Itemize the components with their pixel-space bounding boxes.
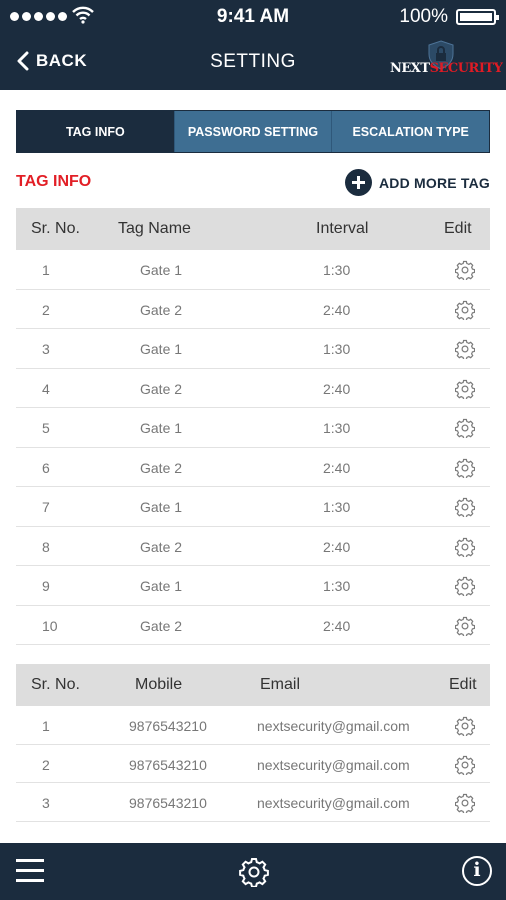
table-row: 3 Gate 1 1:30 xyxy=(16,329,490,369)
table-row: 9 Gate 1 1:30 xyxy=(16,566,490,606)
tag-name-cell: Gate 1 xyxy=(140,578,183,594)
edit-gear-icon[interactable] xyxy=(454,616,476,637)
column-header: Interval xyxy=(316,220,369,237)
sr-no-cell: 10 xyxy=(42,617,58,634)
hamburger-menu-icon[interactable] xyxy=(16,859,44,883)
email-cell: nextsecurity@gmail.com xyxy=(257,756,410,773)
tag-name-cell: Gate 2 xyxy=(140,301,183,318)
edit-gear-icon[interactable] xyxy=(454,497,476,519)
interval-cell: 2:40 xyxy=(323,538,351,555)
gear-icon[interactable] xyxy=(239,857,269,887)
interval-cell: 2:40 xyxy=(323,459,351,476)
tag-name-cell: Gate 1 xyxy=(140,499,183,515)
table-row: 4 Gate 2 2:40 xyxy=(16,369,490,408)
edit-gear-icon[interactable] xyxy=(454,793,476,815)
nav-bar: BACK SETTING NEXTSECURITY xyxy=(0,32,506,90)
tab-tag-info[interactable]: TAG INFO xyxy=(17,111,174,152)
tag-name-cell: Gate 2 xyxy=(140,459,183,476)
table-row: 1 Gate 1 1:30 xyxy=(16,250,490,290)
tab-password-setting[interactable]: PASSWORD SETTING xyxy=(173,111,332,152)
brand-logo: NEXTSECURITY xyxy=(390,40,503,84)
sr-no-cell: 2 xyxy=(42,756,50,773)
tag-name-cell: Gate 2 xyxy=(140,380,183,397)
sr-no-cell: 3 xyxy=(42,795,50,811)
plus-circle-icon xyxy=(345,169,372,196)
table-row: 6 Gate 2 2:40 xyxy=(16,448,490,487)
sr-no-cell: 9 xyxy=(42,578,50,594)
table-row: 7 Gate 1 1:30 xyxy=(16,487,490,527)
interval-cell: 1:30 xyxy=(323,262,351,278)
info-icon[interactable]: i xyxy=(462,856,492,886)
brand-name: NEXTSECURITY xyxy=(390,61,503,76)
battery-icon xyxy=(456,9,499,25)
edit-gear-icon[interactable] xyxy=(454,260,476,282)
sr-no-cell: 1 xyxy=(42,262,50,278)
column-header: Edit xyxy=(449,676,477,693)
tag-table: Sr. No. Tag Name Interval Edit 1 Gate 1 1:… xyxy=(16,208,490,645)
table-row: 1 9876543210 nextsecurity@gmail.com xyxy=(16,706,490,745)
edit-gear-icon[interactable] xyxy=(454,576,476,598)
battery-percent: 100% xyxy=(399,6,448,27)
table-row: 10 Gate 2 2:40 xyxy=(16,606,490,645)
tag-name-cell: Gate 1 xyxy=(140,420,183,436)
sr-no-cell: 7 xyxy=(42,499,50,515)
mobile-cell: 9876543210 xyxy=(129,795,207,811)
edit-gear-icon[interactable] xyxy=(454,755,476,776)
interval-cell: 2:40 xyxy=(323,617,351,634)
tag-name-cell: Gate 2 xyxy=(140,617,183,634)
edit-gear-icon[interactable] xyxy=(454,716,476,738)
column-header: Tag Name xyxy=(118,220,191,237)
interval-cell: 1:30 xyxy=(323,578,351,594)
interval-cell: 1:30 xyxy=(323,420,351,436)
column-header: Sr. No. xyxy=(31,220,80,237)
email-cell: nextsecurity@gmail.com xyxy=(257,795,410,811)
edit-gear-icon[interactable] xyxy=(454,418,476,440)
escalation-table: Sr. No. Mobile Email Edit 1 9876543210 nex… xyxy=(16,664,490,822)
table-header: Sr. No. Mobile Email Edit xyxy=(16,664,490,706)
table-row: 8 Gate 2 2:40 xyxy=(16,527,490,566)
sr-no-cell: 8 xyxy=(42,538,50,555)
column-header: Email xyxy=(260,676,301,693)
mobile-cell: 9876543210 xyxy=(129,756,207,773)
column-header: Sr. No. xyxy=(31,676,80,693)
sr-no-cell: 5 xyxy=(42,420,50,436)
column-header: Mobile xyxy=(135,676,183,693)
table-row: 3 9876543210 nextsecurity@gmail.com xyxy=(16,783,490,822)
tag-name-cell: Gate 1 xyxy=(140,262,183,278)
interval-cell: 1:30 xyxy=(323,341,351,357)
sr-no-cell: 2 xyxy=(42,301,50,318)
table-row: 2 Gate 2 2:40 xyxy=(16,290,490,329)
interval-cell: 2:40 xyxy=(323,301,351,318)
add-more-tag-label: ADD MORE TAG xyxy=(379,174,491,191)
interval-cell: 2:40 xyxy=(323,380,351,397)
tag-name-cell: Gate 1 xyxy=(140,341,183,357)
add-more-tag-button[interactable]: ADD MORE TAG xyxy=(345,169,490,196)
sr-no-cell: 3 xyxy=(42,341,50,357)
sr-no-cell: 4 xyxy=(42,380,50,397)
tab-bar: TAG INFO PASSWORD SETTING ESCALATION TYP… xyxy=(16,110,490,153)
tag-name-cell: Gate 2 xyxy=(140,538,183,555)
sr-no-cell: 6 xyxy=(42,459,50,476)
edit-gear-icon[interactable] xyxy=(454,537,476,558)
email-cell: nextsecurity@gmail.com xyxy=(257,718,410,734)
edit-gear-icon[interactable] xyxy=(454,300,476,321)
section-title: TAG INFO xyxy=(16,173,92,190)
status-bar: 9:41 AM 100% xyxy=(0,0,506,32)
table-row: 5 Gate 1 1:30 xyxy=(16,408,490,448)
bottom-toolbar: i xyxy=(0,843,506,900)
mobile-cell: 9876543210 xyxy=(129,718,207,734)
column-header: Edit xyxy=(444,220,472,237)
tab-escalation-type[interactable]: ESCALATION TYPE xyxy=(331,111,490,152)
sr-no-cell: 1 xyxy=(42,718,50,734)
edit-gear-icon[interactable] xyxy=(454,339,476,361)
table-row: 2 9876543210 nextsecurity@gmail.com xyxy=(16,745,490,783)
edit-gear-icon[interactable] xyxy=(454,458,476,479)
table-header: Sr. No. Tag Name Interval Edit xyxy=(16,208,490,250)
edit-gear-icon[interactable] xyxy=(454,379,476,400)
interval-cell: 1:30 xyxy=(323,499,351,515)
